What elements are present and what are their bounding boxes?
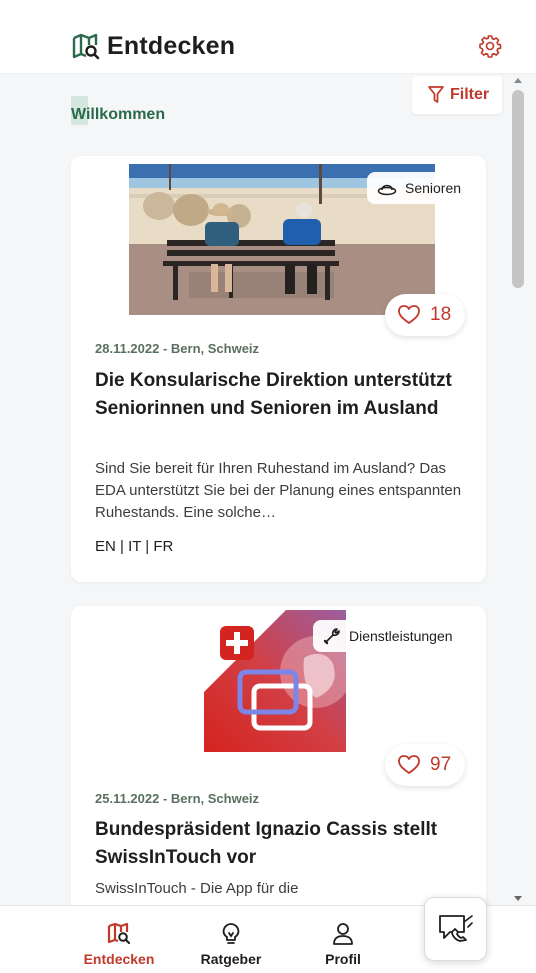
article-title[interactable]: Die Konsularische Direktion unterstützt …: [95, 367, 475, 423]
map-search-icon: [107, 922, 131, 945]
wrench-icon: [323, 628, 340, 645]
nav-item-ratgeber[interactable]: Ratgeber: [186, 906, 276, 973]
contact-button[interactable]: [424, 897, 487, 961]
article-excerpt: SwissInTouch - Die App für die: [95, 880, 299, 897]
heart-icon: [398, 755, 420, 774]
article-meta: 28.11.2022 - Bern, Schweiz: [95, 341, 260, 356]
filter-label: Filter: [450, 86, 490, 103]
nav-label: Ratgeber: [200, 951, 262, 967]
scroll-thumb[interactable]: [512, 90, 524, 288]
like-count: 18: [430, 304, 452, 325]
section-heading: Willkommen: [71, 106, 166, 123]
nav-label: Entdecken: [83, 951, 155, 967]
funnel-icon: [428, 86, 444, 103]
chat-phone-icon: [438, 915, 473, 942]
content-feed[interactable]: Filter Willkommen Senioren 18 28.11.2022…: [0, 74, 508, 905]
scrollbar[interactable]: [510, 74, 526, 905]
scroll-up-arrow[interactable]: [514, 78, 522, 83]
page-title: Entdecken: [107, 32, 236, 60]
article-meta: 25.11.2022 - Bern, Schweiz: [95, 791, 260, 806]
heart-icon: [398, 305, 420, 324]
app-header: Entdecken: [0, 0, 536, 74]
like-button[interactable]: 18: [385, 294, 465, 336]
article-excerpt: Sind Sie bereit für Ihren Ruhestand im A…: [95, 460, 462, 521]
nav-item-entdecken[interactable]: Entdecken: [74, 906, 164, 973]
lightbulb-icon: [222, 923, 240, 944]
like-count: 97: [430, 754, 452, 775]
gear-icon[interactable]: [478, 34, 502, 58]
like-button[interactable]: 97: [385, 744, 465, 786]
map-search-icon: [72, 33, 100, 60]
person-icon: [333, 923, 353, 945]
category-tag: Senioren: [367, 172, 474, 204]
category-tag: Dienstleistungen: [313, 620, 465, 652]
filter-button[interactable]: Filter: [412, 76, 502, 114]
article-card[interactable]: Dienstleistungen 97 25.11.2022 - Bern, S…: [71, 606, 486, 905]
scroll-down-arrow[interactable]: [514, 896, 522, 901]
tag-label: Senioren: [405, 180, 462, 196]
tag-label: Dienstleistungen: [349, 628, 453, 644]
nav-item-profil[interactable]: Profil: [298, 906, 388, 973]
article-title[interactable]: Bundespräsident Ignazio Cassis stellt Sw…: [95, 816, 475, 872]
nav-label: Profil: [325, 951, 361, 967]
article-card[interactable]: Senioren 18 28.11.2022 - Bern, Schweiz D…: [71, 156, 486, 582]
hat-icon: [377, 184, 397, 196]
language-links[interactable]: EN | IT | FR: [95, 538, 173, 555]
